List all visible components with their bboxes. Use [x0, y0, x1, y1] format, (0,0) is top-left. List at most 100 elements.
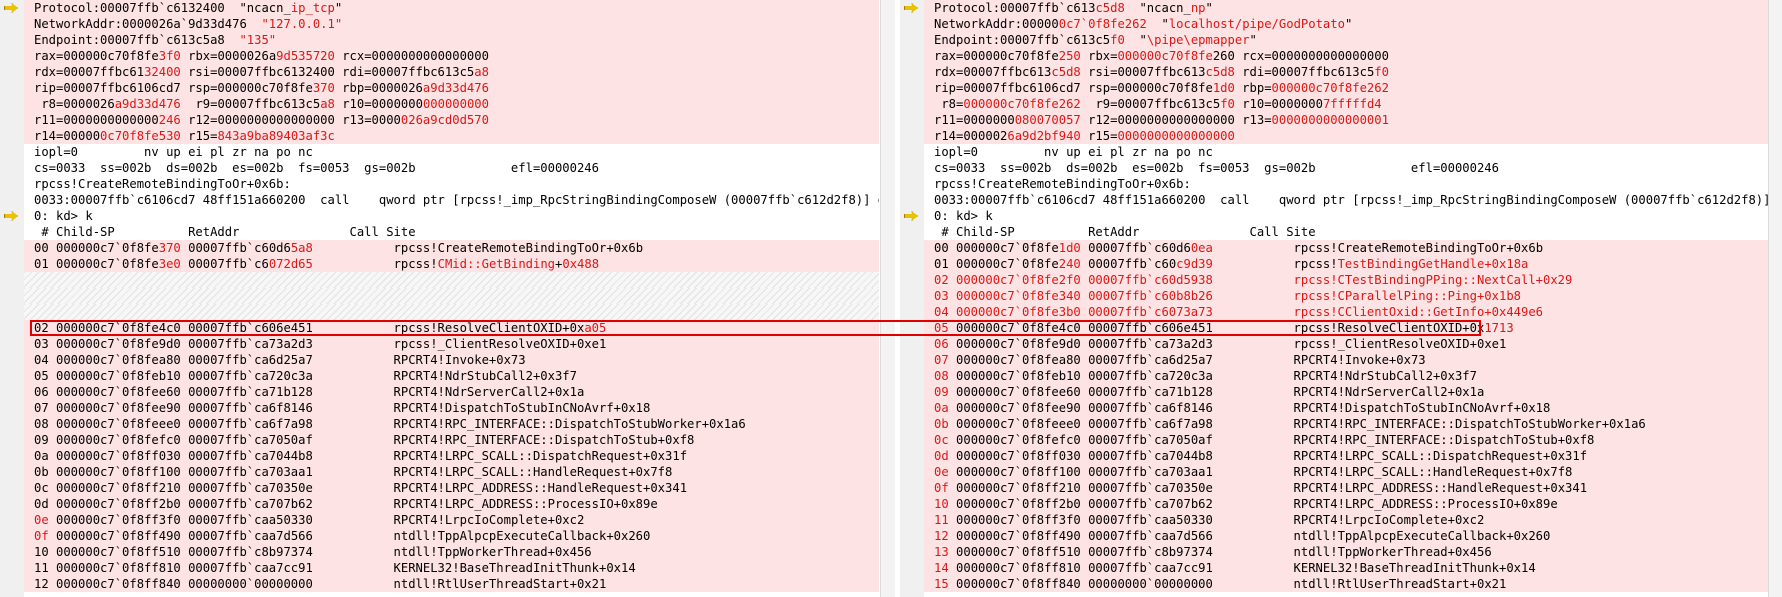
diff-changed-text: c9d39 — [1176, 257, 1213, 271]
line-text: 000000c7`0f8ff2b0 00007ffb`ca707b62 RPCR… — [948, 497, 1558, 511]
line-text: 00007ffb`c60d6 — [1080, 241, 1191, 255]
debugger-output-line — [24, 304, 879, 320]
debugger-output-line: 0: kd> k — [924, 208, 1782, 224]
line-text: Endpoint:00007ffb`c613c5 — [934, 33, 1111, 47]
line-text: 02 000000c7`0f8fe4c0 00007ffb`c606e451 r… — [34, 321, 585, 335]
diff-changed-text: 03 000000c7`0f8fe340 00007ffb`c60b8b26 r… — [934, 289, 1521, 303]
diff-changed-text: 250 — [1058, 49, 1081, 63]
debugger-output-line: rip=00007ffbc6106cd7 rsp=000000c70f8fe37… — [24, 80, 879, 96]
line-text: rdx=00007ffbc61 — [34, 65, 145, 79]
debugger-output-line: iopl=0 nv up ei pl zr na po nc — [24, 144, 879, 160]
debugger-output-line: r11=0000000080070057 r12=000000000000000… — [924, 112, 1782, 128]
diff-changed-text: ip_tcp — [290, 1, 335, 15]
line-text: 00 000000c7`0f8fe — [934, 241, 1059, 255]
diff-changed-text: 11 — [934, 513, 949, 527]
line-text: rip=00007ffbc6106cd7 rsp=000000c70f8fe — [934, 81, 1213, 95]
diff-changed-text: 000000000 — [422, 97, 489, 111]
debugger-output-line — [24, 288, 879, 304]
diff-changed-text: CMid::GetBinding — [437, 257, 556, 271]
debugger-output-line: 10 000000c7`0f8ff510 00007ffb`c8b97374 n… — [24, 544, 879, 560]
diff-changed-text: 09 — [934, 385, 949, 399]
diff-changed-text: 0e — [34, 513, 49, 527]
diff-changed-text: 5a8 — [290, 241, 313, 255]
line-text: 09 000000c7`0f8fefc0 00007ffb`ca7050af R… — [34, 433, 695, 447]
debugger-output-line: rax=000000c70f8fe3f0 rbx=0000026a9d53572… — [24, 48, 879, 64]
line-text: # Child-SP RetAddr Call Site — [934, 225, 1316, 239]
line-text: NetworkAddr:00000 — [934, 17, 1059, 31]
line-text: 01 000000c7`0f8fe — [34, 257, 159, 271]
line-text: 000000c7`0f8fefc0 00007ffb`ca7050af RPCR… — [948, 433, 1595, 447]
current-frame-arrow-icon — [904, 211, 918, 221]
current-line-arrow-icon — [4, 3, 18, 13]
right-scrollbar[interactable] — [1768, 0, 1782, 597]
line-text: rbx= — [1080, 49, 1118, 63]
line-text: " — [1146, 17, 1169, 31]
right-debugger-pane[interactable]: Protocol:00007ffb`c613c5d8 "ncacn_np" Net… — [924, 0, 1782, 597]
line-text: 08 000000c7`0f8feee0 00007ffb`ca6f7a98 R… — [34, 417, 746, 431]
debugger-output-line: 03 000000c7`0f8fe340 00007ffb`c60b8b26 r… — [924, 288, 1782, 304]
diff-changed-text: a8 — [320, 97, 335, 111]
debugger-output-line: rip=00007ffbc6106cd7 rsp=000000c70f8fe1d… — [924, 80, 1782, 96]
diff-changed-text: 14 — [934, 561, 949, 575]
diff-changed-text: 026a9cd0d570 — [400, 113, 489, 127]
debugger-output-line: 15 000000c7`0f8ff840 00000000`00000000 n… — [924, 576, 1782, 592]
line-text: "ncacn_ — [1124, 1, 1191, 15]
diff-changed-text: 08 — [934, 369, 949, 383]
line-text: 01 000000c7`0f8fe — [934, 257, 1059, 271]
line-text: r12=0000000000000000 r13= — [1080, 113, 1272, 127]
line-text: r15= — [1080, 129, 1118, 143]
line-text: rpcss!CreateRemoteBindingToOr+0x6b: — [34, 177, 291, 191]
debugger-output-line: rdx=00007ffbc613c5d8 rsi=00007ffbc613c5d… — [924, 64, 1782, 80]
line-text: 000000c7`0f8fee90 00007ffb`ca6f8146 RPCR… — [948, 401, 1551, 415]
line-text: rpcss!CreateRemoteBindingToOr+0x6b — [312, 241, 644, 255]
diff-changed-text: c5d8 — [1095, 1, 1125, 15]
diff-changed-text: 12 — [934, 529, 949, 543]
line-text: cs=0033 ss=002b ds=002b es=002b fs=0053 … — [934, 161, 1499, 175]
diff-changed-text: 072d65 — [268, 257, 313, 271]
line-text: 000000c7`0f8fe4c0 00007ffb`c606e451 rpcs… — [948, 321, 1485, 335]
diff-changed-text: 0c — [934, 433, 949, 447]
debugger-output-line: iopl=0 nv up ei pl zr na po nc — [924, 144, 1782, 160]
debugger-output-line — [24, 272, 879, 288]
line-text: 000000c7`0f8ff810 00007ffb`caa7cc91 KERN… — [948, 561, 1536, 575]
left-scrollbar[interactable] — [880, 0, 895, 597]
line-text: rax=000000c70f8fe — [934, 49, 1059, 63]
line-text: 000000c7`0f8fee60 00007ffb`ca71b128 RPCR… — [948, 385, 1485, 399]
line-text: rpcss! — [1212, 257, 1338, 271]
debugger-output-line: 05 000000c7`0f8fe4c0 00007ffb`c606e451 r… — [924, 320, 1782, 336]
debugger-output-line: 0c 000000c7`0f8fefc0 00007ffb`ca7050af R… — [924, 432, 1782, 448]
debugger-output-line: cs=0033 ss=002b ds=002b es=002b fs=0053 … — [24, 160, 879, 176]
debugger-output-line: rpcss!CreateRemoteBindingToOr+0x6b: — [924, 176, 1782, 192]
right-gutter — [900, 0, 924, 597]
debugger-output-line: 0e 000000c7`0f8ff3f0 00007ffb`caa50330 R… — [24, 512, 879, 528]
debugger-output-line: 0b 000000c7`0f8ff100 00007ffb`ca703aa1 R… — [24, 464, 879, 480]
line-text: 05 000000c7`0f8feb10 00007ffb`ca720c3a R… — [34, 369, 577, 383]
diff-changed-text: 02 000000c7`0f8fe2f0 00007ffb`c60d5938 r… — [934, 273, 1573, 287]
line-text: rpcss! — [312, 257, 438, 271]
line-text: 000000c7`0f8ff030 00007ffb`ca7044b8 RPCR… — [948, 449, 1588, 463]
line-text: rsi=00007ffbc613 — [1080, 65, 1206, 79]
debugger-output-line: 0a 000000c7`0f8fee90 00007ffb`ca6f8146 R… — [924, 400, 1782, 416]
diff-changed-text: 07 — [934, 353, 949, 367]
debugger-output-line: 11 000000c7`0f8ff810 00007ffb`caa7cc91 K… — [24, 560, 879, 576]
line-text: 06 000000c7`0f8fee60 00007ffb`ca71b128 R… — [34, 385, 585, 399]
diff-changed-text: 240 — [1058, 257, 1081, 271]
line-text: 00007ffb`c60d6 — [180, 241, 291, 255]
debugger-output-line: 03 000000c7`0f8fe9d0 00007ffb`ca73a2d3 r… — [24, 336, 879, 352]
diff-changed-text: \pipe\epmapper — [1146, 33, 1250, 47]
left-debugger-pane[interactable]: Protocol:00007ffb`c6132400 "ncacn_ip_tcp… — [24, 0, 879, 597]
left-gutter — [0, 0, 24, 597]
line-text: Protocol:00007ffb`c6132400 "ncacn_ — [34, 1, 291, 15]
line-text: 11 000000c7`0f8ff810 00007ffb`caa7cc91 K… — [34, 561, 636, 575]
debugger-output-line: 04 000000c7`0f8fe3b0 00007ffb`c6073a73 r… — [924, 304, 1782, 320]
debugger-output-line: 07 000000c7`0f8fea80 00007ffb`ca6d25a7 R… — [924, 352, 1782, 368]
diff-changed-text: 246 — [158, 113, 181, 127]
debugger-output-line: 11 000000c7`0f8ff3f0 00007ffb`caa50330 R… — [924, 512, 1782, 528]
line-text: rdi=00007ffbc613c5 — [1234, 65, 1375, 79]
debugger-output-line: 06 000000c7`0f8fe9d0 00007ffb`ca73a2d3 r… — [924, 336, 1782, 352]
line-text: 000000c7`0f8fea80 00007ffb`ca6d25a7 RPCR… — [948, 353, 1426, 367]
diff-changed-text: a05 — [584, 321, 607, 335]
diff-changed-text: 3f0 — [158, 49, 181, 63]
debugger-output-line: 0a 000000c7`0f8ff030 00007ffb`ca7044b8 R… — [24, 448, 879, 464]
line-text: rpcss!CreateRemoteBindingToOr+0x6b — [1212, 241, 1544, 255]
